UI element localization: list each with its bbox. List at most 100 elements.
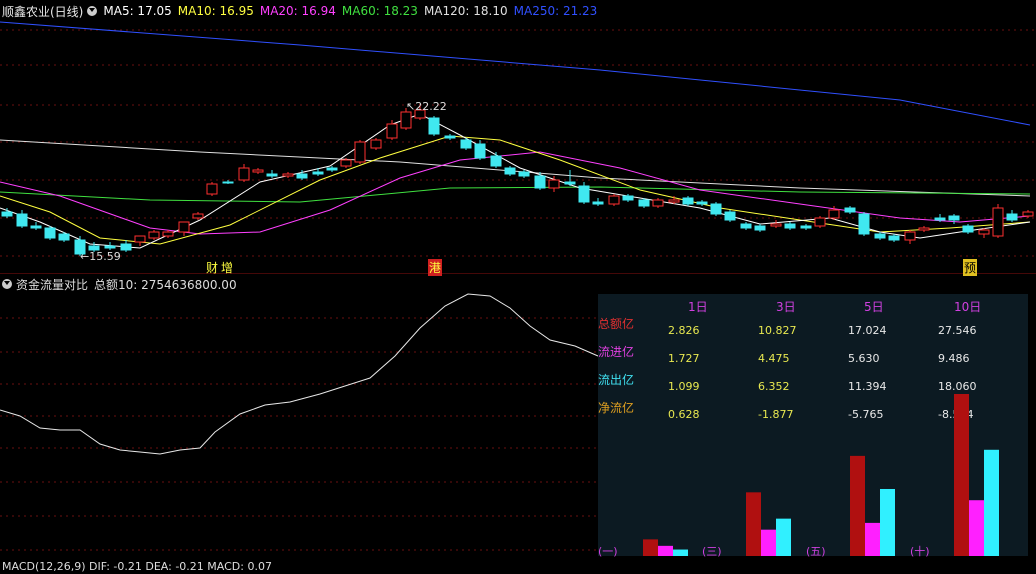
candle-body	[962, 225, 974, 233]
bar	[658, 545, 673, 556]
candle-body	[238, 167, 250, 181]
bar	[969, 500, 984, 556]
candle-body	[770, 223, 782, 227]
total-label: 总额10: 2754636800.00	[94, 277, 237, 292]
candle-body	[312, 171, 324, 175]
sub-grid	[0, 317, 598, 551]
ma-line	[0, 21, 1031, 126]
candle-body	[844, 207, 856, 213]
group-label-10: (十)	[910, 545, 930, 558]
arrow-icon: ↖	[406, 100, 416, 113]
ma-line	[0, 186, 1031, 203]
candle-body	[904, 231, 916, 241]
candle-body	[30, 225, 42, 229]
sub-header: 资金流量对比 总额10: 2754636800.00	[2, 276, 237, 292]
ma5-label: MA5: 17.05	[103, 4, 172, 18]
ma-line	[0, 113, 1031, 249]
group-label-3: (三)	[702, 545, 722, 558]
candle-body	[192, 213, 204, 219]
candle-body	[828, 209, 840, 219]
candle-body	[16, 213, 28, 227]
candle-body	[326, 167, 338, 171]
collapse-icon[interactable]	[87, 6, 98, 16]
candle-body	[682, 197, 694, 205]
bar	[984, 449, 999, 556]
sub-title: 资金流量对比	[16, 277, 89, 292]
candle-body	[296, 173, 308, 179]
candle-body	[206, 183, 218, 195]
ma20-label: MA20: 16.94	[259, 4, 336, 18]
bar	[776, 518, 791, 556]
candle-body	[534, 175, 546, 189]
candle-body	[44, 227, 56, 239]
candle-body	[282, 173, 294, 177]
main-header: 顺鑫农业(日线) MA5: 17.05 MA10: 16.95 MA20: 16…	[2, 2, 603, 20]
low-price-label: ←15.59	[80, 250, 121, 263]
candle-body	[504, 167, 516, 175]
candle-body	[564, 181, 576, 185]
ma10-label: MA10: 16.95	[177, 4, 254, 18]
candle-body	[252, 169, 264, 173]
fund-flow-bars	[643, 394, 999, 556]
main-grid	[0, 29, 1036, 257]
group-label-5: (五)	[806, 545, 826, 558]
candle-body	[1, 211, 13, 217]
bar	[643, 539, 658, 556]
candle-body	[784, 223, 796, 229]
stock-title: 顺鑫农业(日线)	[2, 4, 84, 19]
candle-body	[800, 225, 812, 229]
candle-body	[668, 199, 680, 203]
candle-body	[592, 201, 604, 205]
fund-flow-panel: 1日 3日 5日 10日 总额亿 流进亿 流出亿 净流亿 2.826 10.82…	[598, 294, 1028, 558]
candle-body	[888, 235, 900, 241]
candle-body	[918, 227, 930, 231]
collapse-icon[interactable]	[2, 279, 12, 289]
candle-body	[874, 233, 886, 239]
candle-body	[460, 139, 472, 149]
bar	[746, 492, 761, 556]
candle-body	[490, 155, 502, 167]
candle-body	[548, 179, 560, 189]
bar	[673, 549, 688, 556]
candle-body	[608, 195, 620, 205]
candle-body	[134, 235, 146, 243]
macd-header: MACD(12,26,9) DIF: -0.21 DEA: -0.21 MACD…	[2, 560, 272, 573]
candle-body	[222, 181, 234, 184]
candle-body	[934, 217, 946, 221]
candle-body	[1022, 211, 1034, 217]
candle-body	[428, 117, 440, 135]
candle-body	[1006, 213, 1018, 221]
candle-body	[162, 231, 174, 237]
high-price-label: ↖22.22	[406, 100, 447, 113]
candlestick-chart[interactable]	[0, 0, 1036, 274]
candle-body	[58, 233, 70, 241]
ma120-label: MA120: 18.10	[423, 4, 508, 18]
candle-body	[696, 201, 708, 205]
arrow-icon: ←	[80, 250, 90, 263]
group-label-1: (一)	[598, 545, 618, 558]
ma250-label: MA250: 21.23	[513, 4, 598, 18]
bar	[880, 488, 895, 556]
candle-body	[754, 225, 766, 231]
candle-body	[740, 223, 752, 229]
candle-body	[710, 203, 722, 215]
candle-body	[354, 141, 366, 163]
candle-body	[266, 173, 278, 177]
candle-body	[444, 135, 456, 139]
candle-body	[148, 231, 160, 239]
candle-body	[992, 207, 1004, 237]
ma-line	[0, 135, 1031, 245]
candle-body	[120, 243, 132, 251]
moving-average-lines	[0, 21, 1031, 249]
candle-body	[652, 199, 664, 207]
candle-body	[474, 143, 486, 159]
candle-body	[386, 123, 398, 139]
candle-body	[814, 217, 826, 227]
candle-body	[978, 229, 990, 235]
candle-body	[178, 221, 190, 233]
fund-flow-line	[0, 293, 599, 455]
candle-body	[104, 245, 116, 249]
candle-body	[948, 215, 960, 221]
candle-body	[858, 213, 870, 235]
bar	[865, 522, 880, 556]
